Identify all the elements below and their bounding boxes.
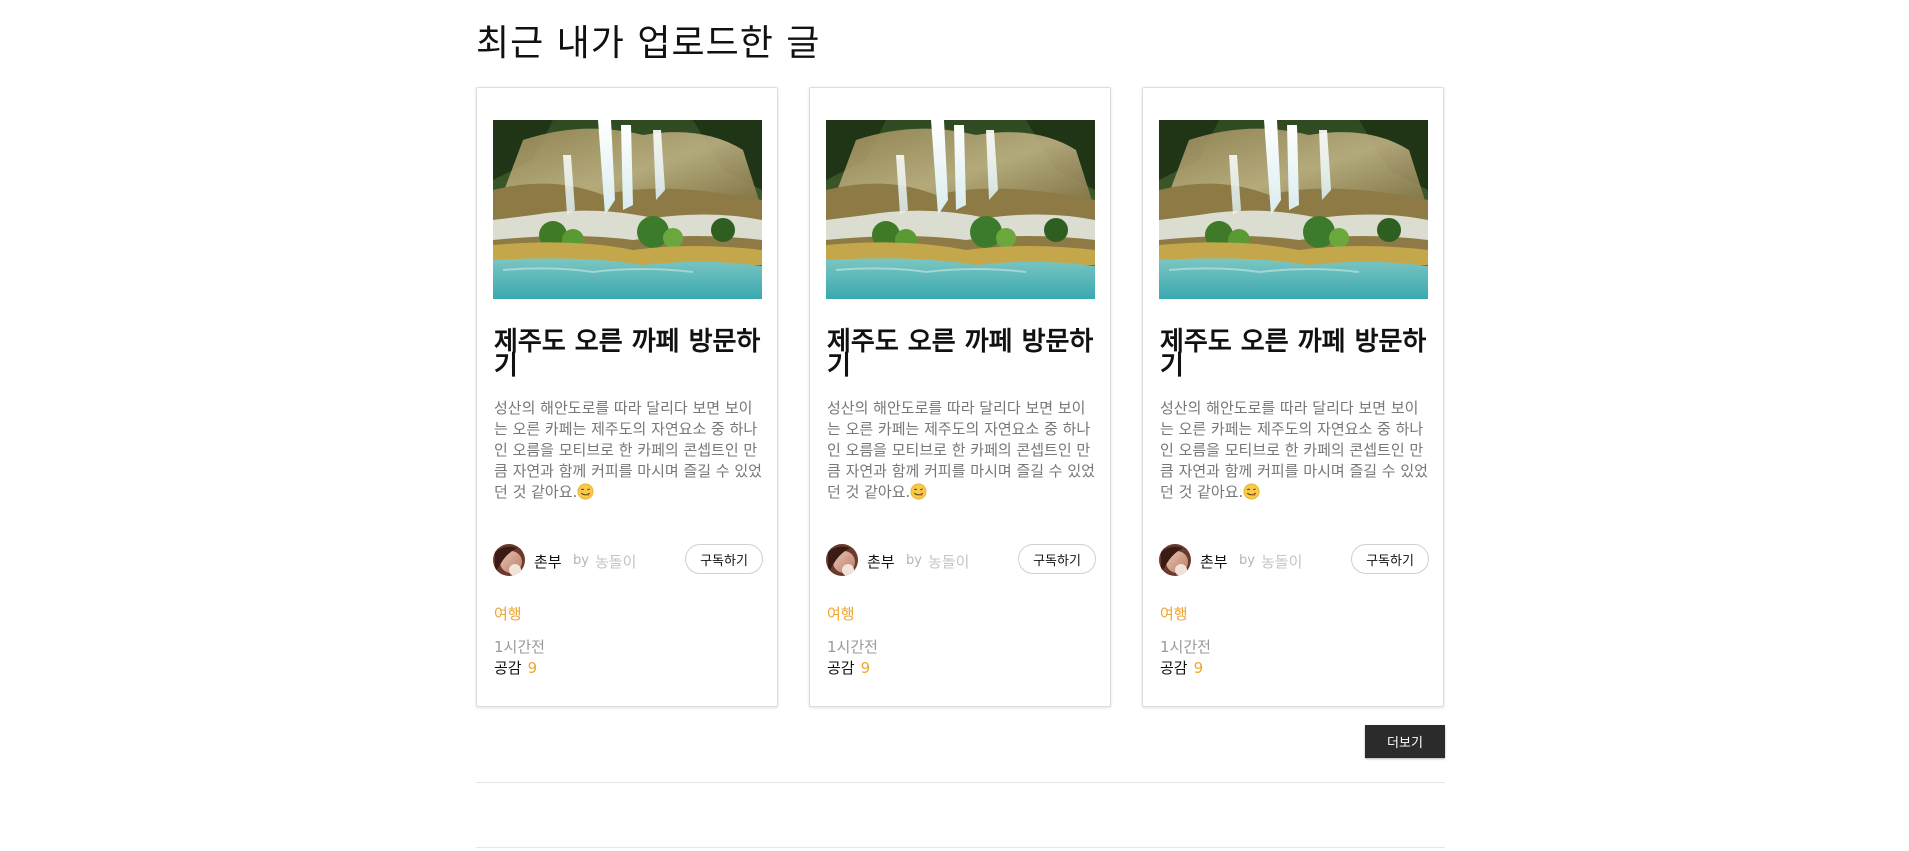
author-row: 촌부 by 농돌이 구독하기 bbox=[493, 543, 763, 577]
likes-label: 공감 bbox=[827, 659, 855, 677]
post-excerpt: 성산의 해안도로를 따라 달리다 보면 보이는 오른 카페는 제주도의 자연요소… bbox=[494, 398, 764, 503]
by-label: by bbox=[1239, 553, 1255, 568]
section-title: 최근 내가 업로드한 글 bbox=[476, 23, 821, 64]
post-title[interactable]: 제주도 오른 까페 방문하기 bbox=[494, 329, 769, 379]
author-name[interactable]: 촌부 bbox=[867, 551, 895, 572]
avatar[interactable] bbox=[826, 544, 858, 576]
subscribe-button[interactable]: 구독하기 bbox=[1018, 544, 1096, 574]
co-author-name[interactable]: 농돌이 bbox=[928, 551, 969, 572]
avatar-image bbox=[826, 544, 858, 576]
likes: 공감 9 bbox=[494, 657, 537, 678]
by-label: by bbox=[573, 553, 589, 568]
avatar[interactable] bbox=[493, 544, 525, 576]
co-author-name[interactable]: 농돌이 bbox=[595, 551, 636, 572]
avatar-image bbox=[1159, 544, 1191, 576]
likes-count: 9 bbox=[860, 659, 871, 677]
post-excerpt-text: 성산의 해안도로를 따라 달리다 보면 보이는 오른 카페는 제주도의 자연요소… bbox=[827, 399, 1095, 501]
avatar-image bbox=[493, 544, 525, 576]
post-excerpt-text: 성산의 해안도로를 따라 달리다 보면 보이는 오른 카페는 제주도의 자연요소… bbox=[494, 399, 762, 501]
co-author-name[interactable]: 농돌이 bbox=[1261, 551, 1302, 572]
subscribe-button[interactable]: 구독하기 bbox=[685, 544, 763, 574]
author-row: 촌부 by 농돌이 구독하기 bbox=[1159, 543, 1429, 577]
post-card[interactable]: 제주도 오른 까페 방문하기 성산의 해안도로를 따라 달리다 보면 보이는 오… bbox=[1142, 87, 1444, 707]
divider bbox=[476, 847, 1445, 848]
likes-label: 공감 bbox=[1160, 659, 1188, 677]
post-thumbnail[interactable] bbox=[493, 120, 762, 299]
post-excerpt-text: 성산의 해안도로를 따라 달리다 보면 보이는 오른 카페는 제주도의 자연요소… bbox=[1160, 399, 1428, 501]
likes: 공감 9 bbox=[827, 657, 870, 678]
avatar[interactable] bbox=[1159, 544, 1191, 576]
category-label[interactable]: 여행 bbox=[827, 603, 855, 624]
more-button[interactable]: 더보기 bbox=[1365, 725, 1445, 758]
waterfall-photo-icon bbox=[826, 120, 1095, 299]
author-name[interactable]: 촌부 bbox=[1200, 551, 1228, 572]
subscribe-button[interactable]: 구독하기 bbox=[1351, 544, 1429, 574]
author-row: 촌부 by 농돌이 구독하기 bbox=[826, 543, 1096, 577]
post-card-list: 제주도 오른 까페 방문하기 성산의 해안도로를 따라 달리다 보면 보이는 오… bbox=[476, 87, 1445, 709]
waterfall-photo-icon bbox=[493, 120, 762, 299]
post-time: 1시간전 bbox=[494, 638, 545, 656]
category-label[interactable]: 여행 bbox=[1160, 603, 1188, 624]
likes-label: 공감 bbox=[494, 659, 522, 677]
likes: 공감 9 bbox=[1160, 657, 1203, 678]
yum-face-emoji-icon bbox=[577, 483, 594, 500]
waterfall-photo-icon bbox=[1159, 120, 1428, 299]
divider bbox=[476, 782, 1445, 783]
post-title[interactable]: 제주도 오른 까페 방문하기 bbox=[827, 329, 1102, 379]
likes-count: 9 bbox=[1193, 659, 1204, 677]
post-excerpt: 성산의 해안도로를 따라 달리다 보면 보이는 오른 카페는 제주도의 자연요소… bbox=[827, 398, 1097, 503]
post-card[interactable]: 제주도 오른 까페 방문하기 성산의 해안도로를 따라 달리다 보면 보이는 오… bbox=[476, 87, 778, 707]
category-label[interactable]: 여행 bbox=[494, 603, 522, 624]
yum-face-emoji-icon bbox=[1243, 483, 1260, 500]
author-name[interactable]: 촌부 bbox=[534, 551, 562, 572]
post-time: 1시간전 bbox=[827, 638, 878, 656]
post-thumbnail[interactable] bbox=[1159, 120, 1428, 299]
post-thumbnail[interactable] bbox=[826, 120, 1095, 299]
likes-count: 9 bbox=[527, 659, 538, 677]
post-time: 1시간전 bbox=[1160, 638, 1211, 656]
by-label: by bbox=[906, 553, 922, 568]
post-title[interactable]: 제주도 오른 까페 방문하기 bbox=[1160, 329, 1435, 379]
yum-face-emoji-icon bbox=[910, 483, 927, 500]
post-card[interactable]: 제주도 오른 까페 방문하기 성산의 해안도로를 따라 달리다 보면 보이는 오… bbox=[809, 87, 1111, 707]
post-excerpt: 성산의 해안도로를 따라 달리다 보면 보이는 오른 카페는 제주도의 자연요소… bbox=[1160, 398, 1430, 503]
